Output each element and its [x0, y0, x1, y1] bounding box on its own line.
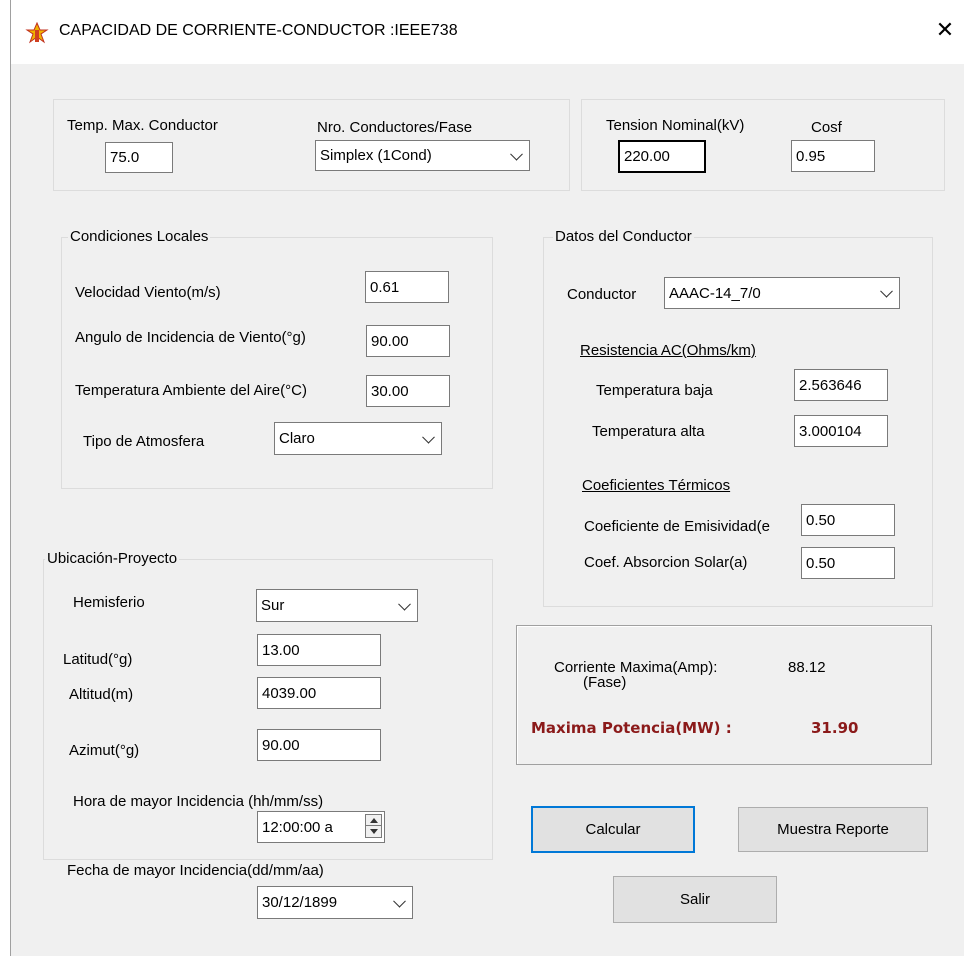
- temp-max-input[interactable]: 75.0: [105, 142, 173, 173]
- muestra-reporte-button[interactable]: Muestra Reporte: [738, 807, 928, 852]
- fecha-select[interactable]: 30/12/1899: [257, 886, 413, 919]
- nro-conductores-label: Nro. Conductores/Fase: [317, 119, 473, 136]
- azimut-input[interactable]: 90.00: [257, 729, 381, 761]
- tipo-atmosfera-select[interactable]: Claro: [274, 422, 442, 455]
- resistencia-heading: Resistencia AC(Ohms/km): [580, 342, 756, 359]
- hora-input[interactable]: 12:00:00 a: [257, 811, 385, 843]
- hemisferio-label: Hemisferio: [73, 594, 145, 611]
- temp-alta-input[interactable]: 3.000104: [794, 415, 888, 447]
- cosf-input[interactable]: 0.95: [791, 140, 875, 172]
- tension-label: Tension Nominal(kV): [606, 117, 745, 134]
- altitud-input[interactable]: 4039.00: [257, 677, 381, 709]
- chevron-down-icon: [510, 147, 523, 161]
- time-spinner[interactable]: [365, 814, 382, 838]
- hemisferio-select[interactable]: Sur: [256, 589, 418, 622]
- angulo-viento-label: Angulo de Incidencia de Viento(°g): [75, 329, 306, 346]
- calcular-button[interactable]: Calcular: [531, 806, 695, 853]
- absorcion-label: Coef. Absorcion Solar(a): [584, 554, 748, 571]
- window-title: CAPACIDAD DE CORRIENTE-CONDUCTOR :IEEE73…: [59, 22, 458, 39]
- nro-conductores-value: Simplex (1Cond): [320, 147, 432, 164]
- temp-ambiente-input[interactable]: 30.00: [366, 375, 450, 407]
- fecha-label: Fecha de mayor Incidencia(dd/mm/aa): [67, 862, 324, 879]
- maxima-potencia-value: 31.90: [811, 719, 859, 737]
- tipo-atmosfera-label: Tipo de Atmosfera: [83, 433, 205, 450]
- absorcion-input[interactable]: 0.50: [801, 547, 895, 579]
- temp-ambiente-label: Temperatura Ambiente del Aire(°C): [75, 382, 307, 399]
- maxima-potencia-label: Maxima Potencia(MW) :: [531, 719, 732, 737]
- angulo-viento-input[interactable]: 90.00: [366, 325, 450, 357]
- cosf-label: Cosf: [811, 119, 842, 136]
- hora-label: Hora de mayor Incidencia (hh/mm/ss): [73, 793, 324, 810]
- temp-baja-label: Temperatura baja: [596, 382, 713, 399]
- altitud-label: Altitud(m): [69, 686, 134, 703]
- emisividad-input[interactable]: 0.50: [801, 504, 895, 536]
- spin-up-icon[interactable]: [370, 818, 378, 823]
- ubicacion-proyecto-legend: Ubicación-Proyecto: [45, 550, 180, 567]
- main-window: CAPACIDAD DE CORRIENTE-CONDUCTOR :IEEE73…: [10, 0, 964, 956]
- chevron-down-icon: [398, 597, 411, 611]
- nro-conductores-select[interactable]: Simplex (1Cond): [315, 140, 530, 171]
- velocidad-viento-label: Velocidad Viento(m/s): [75, 284, 221, 301]
- salir-button[interactable]: Salir: [613, 876, 777, 923]
- emisividad-label: Coeficiente de Emisividad(e: [584, 518, 770, 535]
- conductor-label: Conductor: [567, 286, 637, 303]
- temp-max-label: Temp. Max. Conductor: [67, 117, 218, 134]
- condiciones-locales-legend: Condiciones Locales: [68, 228, 211, 245]
- fecha-value: 30/12/1899: [262, 894, 338, 911]
- tension-input[interactable]: 220.00: [618, 140, 706, 173]
- chevron-down-icon: [393, 894, 406, 908]
- tipo-atmosfera-value: Claro: [279, 430, 315, 447]
- title-bar: CAPACIDAD DE CORRIENTE-CONDUCTOR :IEEE73…: [11, 0, 964, 64]
- temp-baja-input[interactable]: 2.563646: [794, 369, 888, 401]
- close-icon: ✕: [935, 17, 955, 42]
- hora-value: 12:00:00 a: [262, 818, 333, 836]
- datos-conductor-legend: Datos del Conductor: [553, 228, 694, 245]
- chevron-down-icon: [880, 284, 893, 298]
- chevron-down-icon: [422, 430, 435, 444]
- conductor-value: AAAC-14_7/0: [669, 284, 761, 302]
- close-button[interactable]: ✕: [925, 8, 964, 52]
- coeficientes-heading: Coeficientes Térmicos: [582, 477, 731, 494]
- temp-alta-label: Temperatura alta: [592, 423, 705, 440]
- latitud-label: Latitud(°g): [63, 651, 133, 668]
- corriente-maxima-value: 88.12: [788, 659, 826, 676]
- spin-down-icon[interactable]: [370, 829, 378, 834]
- conductor-select[interactable]: AAAC-14_7/0: [664, 277, 900, 309]
- app-icon: [25, 21, 49, 44]
- hemisferio-value: Sur: [261, 597, 285, 614]
- results-panel: [516, 625, 932, 765]
- azimut-label: Azimut(°g): [69, 742, 140, 759]
- corriente-fase-label: (Fase): [583, 674, 627, 691]
- velocidad-viento-input[interactable]: 0.61: [365, 271, 449, 303]
- corriente-maxima-label: Corriente Maxima(Amp):: [554, 659, 718, 676]
- latitud-input[interactable]: 13.00: [257, 634, 381, 666]
